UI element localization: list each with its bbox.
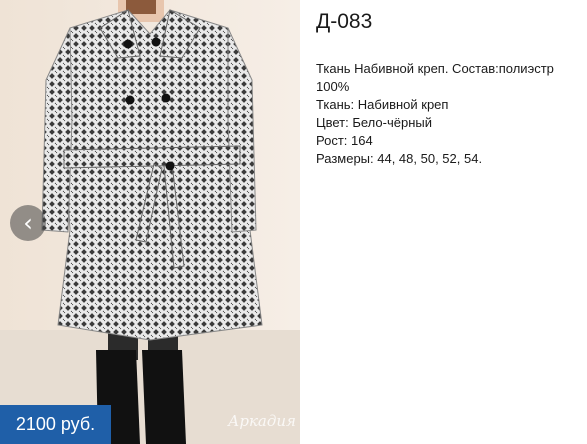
description-line: Размеры: 44, 48, 50, 52, 54. [316, 151, 483, 166]
brand-watermark: Аркадия [228, 412, 296, 430]
description-line: Ткань Набивной креп. Состав:полиэстр 100… [316, 61, 554, 94]
product-title: Д-083 [316, 10, 373, 33]
gallery-prev-button[interactable]: ‹ [10, 205, 46, 241]
description-line: Цвет: Бело-чёрный [316, 115, 432, 130]
description-line: Ткань: Набивной креп [316, 97, 449, 112]
description-line: Рост: 164 [316, 133, 373, 148]
chevron-left-icon: ‹ [23, 209, 33, 237]
product-description: Ткань Набивной креп. Состав:полиэстр 100… [316, 60, 584, 168]
price-badge: 2100 руб. [0, 405, 111, 444]
